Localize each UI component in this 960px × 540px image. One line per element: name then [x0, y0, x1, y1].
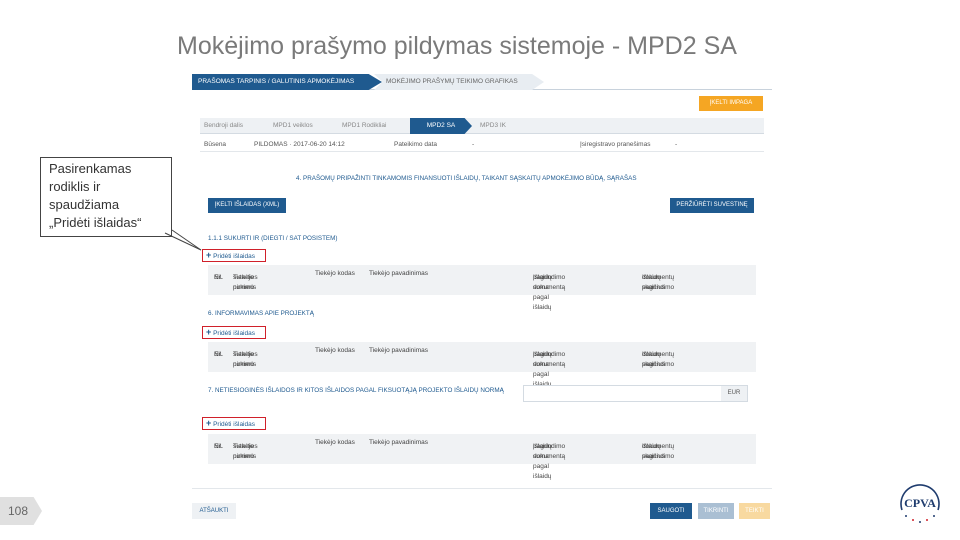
- col-amount-line2: pagrindimo dokumentą: [533, 443, 566, 460]
- check-button[interactable]: TIKRINTI: [698, 503, 734, 519]
- tab-payment-request[interactable]: PRAŠOMAS TARPINIS / GALUTINIS APMOKĖJIMA…: [192, 74, 382, 90]
- callout-box: Pasirenkamas rodiklis ir spaudžiama „Pri…: [40, 157, 172, 237]
- col-doc-count-line2: dokumentų skaičius: [642, 274, 675, 291]
- app-screenshot: MOKĖJIMO PRAŠYMŲ TEIKIMO GRAFIKAS PRAŠOM…: [192, 72, 772, 527]
- expenses-table-header-1: Eil. Nr. Tiekėjo pirkimo sutarties numeris…: [208, 265, 756, 311]
- cpva-logo-icon: CPVA: [900, 484, 940, 523]
- add-expenses-label: Pridėti išlaidas: [213, 330, 255, 337]
- subsection-title: 1.1.1 SUKURTI IR (DIEGTI / SAT POSISTEM): [208, 235, 338, 242]
- col-doc-count-line2: dokumentų skaičius: [642, 351, 675, 368]
- view-summary-button[interactable]: PERŽIŪRĖTI SUVESTINĘ: [670, 198, 754, 213]
- col-amount-line2: pagrindimo dokumentą: [533, 351, 566, 368]
- col-supplier-name: Tiekėjo pavadinimas: [369, 270, 429, 277]
- add-expenses-button-2[interactable]: + Pridėti išlaidas: [202, 326, 266, 339]
- submit-button[interactable]: TEIKTI: [739, 503, 770, 519]
- status-row: Būsena PILDOMAS · 2017-06-20 14:12 Patei…: [200, 138, 764, 152]
- save-button[interactable]: SAUGOTI: [650, 503, 692, 519]
- plus-icon: +: [206, 327, 212, 337]
- section-4-title: 4. PRAŠOMŲ PRIPAŽINTI TINKAMOMIS FINANSU…: [296, 175, 637, 182]
- section-6-title: 6. INFORMAVIMAS APIE PROJEKTĄ: [208, 310, 314, 317]
- slide-title: Mokėjimo prašymo pildymas sistemoje - MP…: [177, 32, 737, 60]
- callout-line-3: spaudžiama: [49, 197, 120, 212]
- col-no-line2: Nr.: [214, 443, 223, 450]
- currency-label: EUR: [721, 386, 747, 401]
- add-expenses-label: Pridėti išlaidas: [213, 253, 255, 260]
- col-supplier-name: Tiekėjo pavadinimas: [369, 347, 429, 354]
- col-supplier-name: Tiekėjo pavadinimas: [369, 439, 429, 446]
- expenses-table-header-3: Eil. Nr. Tiekėjo pirkimo sutarties numeris…: [208, 434, 756, 480]
- plus-icon: +: [206, 250, 212, 260]
- tab-mpd1-indicators[interactable]: MPD1 Rodikliai: [342, 118, 410, 134]
- col-no-line2: Nr.: [214, 274, 223, 281]
- add-expenses-button-1[interactable]: + Pridėti išlaidas: [202, 249, 266, 262]
- section-7-title: 7. NETIESIOGINĖS IŠLAIDOS IR KITOS IŠLAI…: [208, 387, 504, 394]
- status-value: PILDOMAS · 2017-06-20 14:12: [254, 141, 345, 148]
- tab-mpd1-activities[interactable]: MPD1 veiklos: [273, 118, 333, 134]
- flat-rate-amount-input[interactable]: EUR: [523, 385, 748, 402]
- tab-general[interactable]: Bendroji dalis: [204, 118, 264, 134]
- tab-mpd3-ik[interactable]: MPD3 IK: [480, 118, 530, 134]
- callout-line-4: „Pridėti išlaidas“: [49, 215, 142, 230]
- deadline-label: Įsiregistravo pranešimas: [580, 141, 651, 148]
- col-contract-line2: sutarties numeris: [233, 351, 258, 368]
- tab-payment-schedule[interactable]: MOKĖJIMO PRAŠYMŲ TEIKIMO GRAFIKAS: [374, 74, 544, 90]
- svg-text:CPVA: CPVA: [904, 496, 936, 510]
- tab-mpd2-sa[interactable]: MPD2 SA: [410, 118, 472, 134]
- callout-line-2: rodiklis ir: [49, 179, 101, 194]
- col-doc-count-line2: dokumentų skaičius: [642, 443, 675, 460]
- col-supplier-code: Tiekėjo kodas: [315, 270, 355, 277]
- cancel-button[interactable]: ATŠAUKTI: [192, 503, 236, 519]
- expenses-table-header-2: Eil. Nr. Tiekėjo pirkimo sutarties numeris…: [208, 342, 756, 388]
- col-contract-line2: sutarties numeris: [233, 274, 258, 291]
- page-number: 108: [0, 497, 42, 525]
- col-amount-line2: pagrindimo dokumentą: [533, 274, 566, 291]
- status-label: Būsena: [204, 141, 227, 148]
- top-navigation: MOKĖJIMO PRAŠYMŲ TEIKIMO GRAFIKAS PRAŠOM…: [192, 74, 772, 90]
- plus-icon: +: [206, 418, 212, 428]
- submit-date-label: Pateikimo data: [394, 141, 437, 148]
- add-expenses-button-3[interactable]: + Pridėti išlaidas: [202, 417, 266, 430]
- upload-expenses-button[interactable]: ĮKELTI IŠLAIDAS (XML): [208, 198, 286, 213]
- deadline-value: -: [675, 141, 678, 148]
- import-button[interactable]: ĮKELTI IMPAGA: [699, 96, 763, 111]
- col-no-line2: Nr.: [214, 351, 223, 358]
- form-tabs: Bendroji dalis MPD1 veiklos MPD1 Rodikli…: [200, 118, 764, 134]
- col-supplier-code: Tiekėjo kodas: [315, 439, 355, 446]
- col-supplier-code: Tiekėjo kodas: [315, 347, 355, 354]
- add-expenses-label: Pridėti išlaidas: [213, 421, 255, 428]
- submit-date-value: -: [472, 141, 475, 148]
- col-contract-line2: sutarties numeris: [233, 443, 258, 460]
- form-footer: ATŠAUKTI SAUGOTI TIKRINTI TEIKTI: [192, 488, 772, 528]
- callout-line-1: Pasirenkamas: [49, 161, 132, 176]
